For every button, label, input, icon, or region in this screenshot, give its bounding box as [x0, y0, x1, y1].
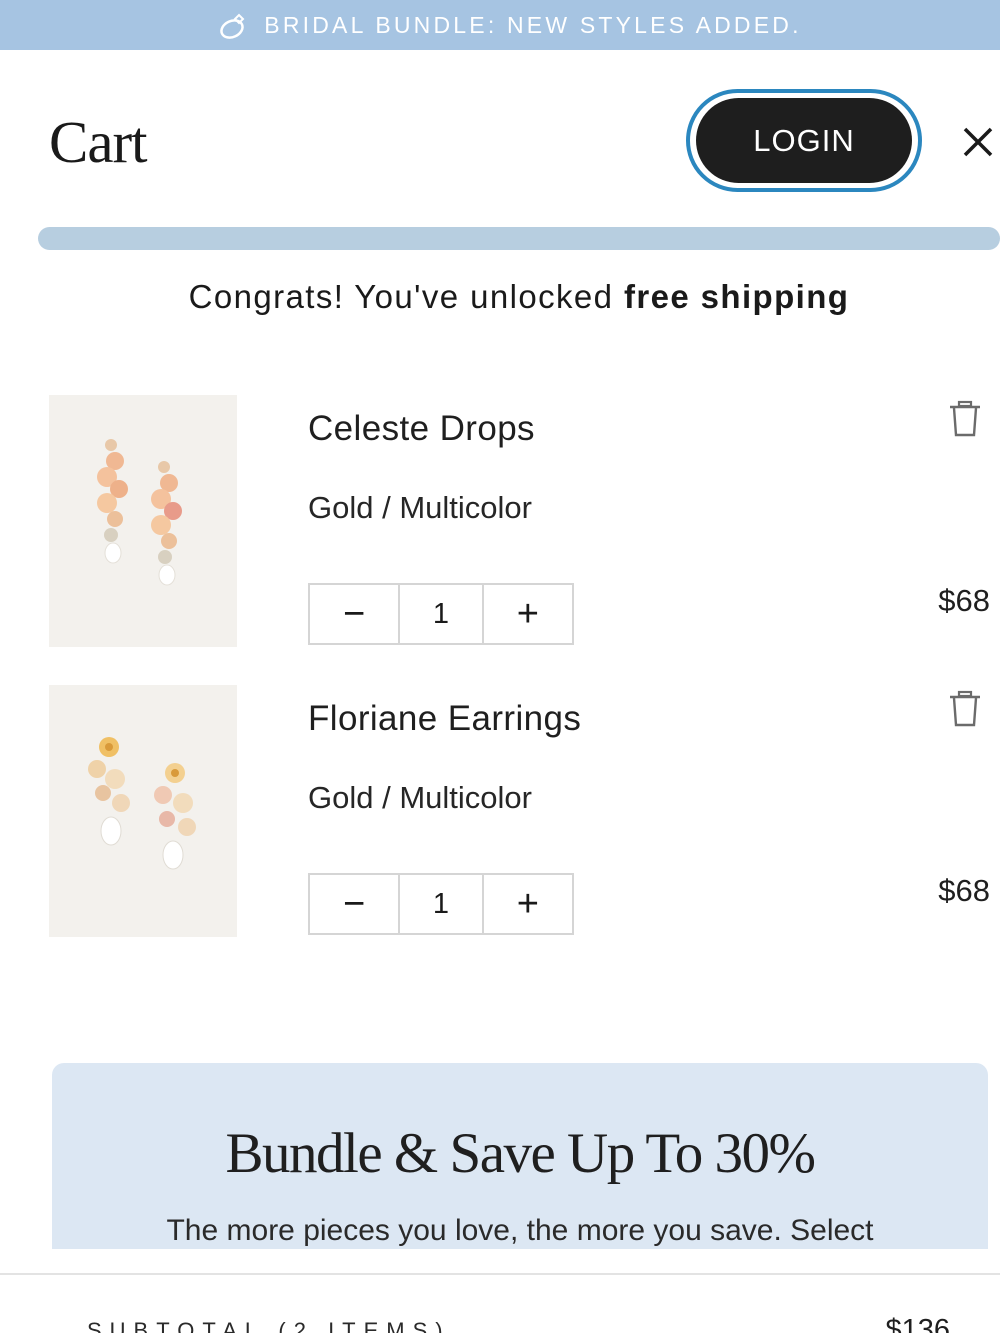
shipping-progress-fill — [38, 227, 1000, 250]
cart-item: Floriane Earrings Gold / Multicolor − 1 … — [0, 685, 1000, 937]
increase-quantity-button[interactable]: + — [483, 585, 572, 643]
shipping-message-prefix: Congrats! You've unlocked — [188, 278, 624, 315]
footer-divider — [0, 1273, 1000, 1275]
quantity-stepper: − 1 + — [308, 873, 574, 935]
item-name[interactable]: Celeste Drops — [308, 409, 535, 449]
item-name[interactable]: Floriane Earrings — [308, 699, 581, 739]
cart-title: Cart — [49, 109, 148, 175]
item-variant: Gold / Multicolor — [308, 490, 532, 525]
free-shipping-message: Congrats! You've unlocked free shipping — [0, 278, 1000, 316]
close-icon[interactable] — [958, 122, 998, 162]
subtotal-value: $136 — [885, 1314, 950, 1333]
announcement-text: BRIDAL BUNDLE: NEW STYLES ADDED. — [264, 11, 802, 38]
cart-item: Celeste Drops Gold / Multicolor − 1 + $6… — [0, 395, 1000, 647]
decrease-quantity-button[interactable]: − — [310, 875, 399, 933]
quantity-value[interactable]: 1 — [398, 585, 484, 643]
shipping-progress-bar — [38, 227, 1000, 250]
quantity-value[interactable]: 1 — [398, 875, 484, 933]
quantity-stepper: − 1 + — [308, 583, 574, 645]
trash-icon[interactable] — [948, 400, 982, 438]
increase-quantity-button[interactable]: + — [483, 875, 572, 933]
shipping-message-bold: free shipping — [623, 278, 850, 315]
product-image[interactable] — [49, 395, 237, 647]
item-price: $68 — [938, 583, 990, 618]
bundle-title: Bundle & Save Up To 30% — [225, 1122, 817, 1185]
item-variant: Gold / Multicolor — [308, 780, 532, 815]
subtotal-label: SUBTOTAL (2 ITEMS) — [87, 1318, 451, 1333]
bundle-promo-card[interactable]: Bundle & Save Up To 30% The more pieces … — [52, 1063, 988, 1249]
decrease-quantity-button[interactable]: − — [310, 585, 399, 643]
ring-icon — [218, 10, 250, 40]
login-button[interactable]: LOGIN — [696, 98, 912, 183]
product-image[interactable] — [49, 685, 237, 937]
trash-icon[interactable] — [948, 690, 982, 728]
announcement-bar[interactable]: BRIDAL BUNDLE: NEW STYLES ADDED. — [0, 0, 1000, 50]
bundle-description: The more pieces you love, the more you s… — [166, 1214, 874, 1247]
item-price: $68 — [938, 873, 990, 908]
